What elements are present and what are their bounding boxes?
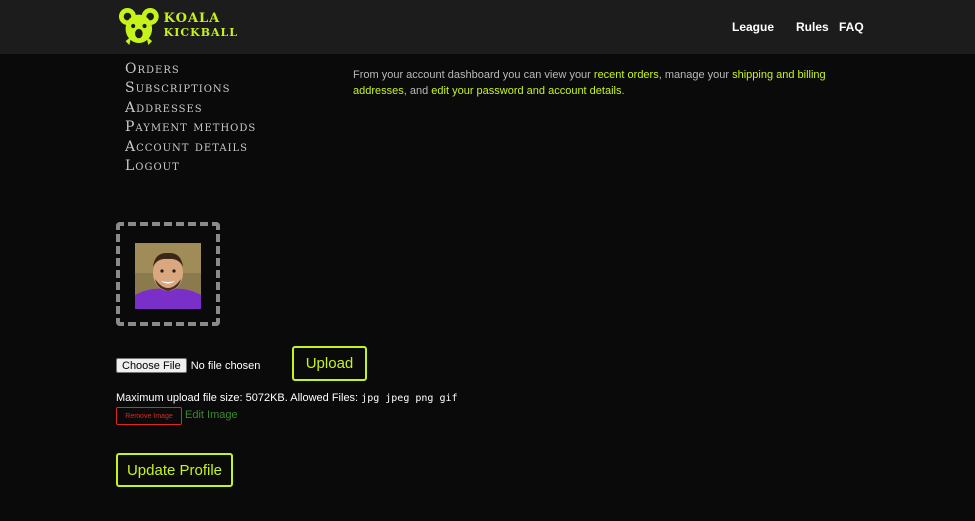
account-nav-logout[interactable]: Logout — [125, 157, 256, 176]
logo-line-2: KICKBALL — [163, 26, 238, 39]
logo-wordmark: KOALA KICKBALL — [164, 12, 238, 40]
koala-icon — [118, 8, 159, 45]
account-nav-account-details[interactable]: Account details — [125, 138, 256, 157]
account-details-link[interactable]: edit your password and account details — [431, 85, 621, 97]
intro-text-1: From your account dashboard you can view… — [353, 69, 594, 81]
account-nav-addresses[interactable]: Addresses — [125, 99, 256, 118]
intro-text-2: , manage your — [658, 69, 733, 81]
account-nav-orders[interactable]: Orders — [125, 60, 256, 79]
max-size-text: Maximum upload file size: 5072KB. Allowe… — [116, 392, 362, 404]
remove-image-button[interactable]: Remove Image — [116, 407, 182, 425]
update-profile-button[interactable]: Update Profile — [116, 453, 233, 487]
account-nav-payment-methods[interactable]: Payment methods — [125, 118, 256, 137]
logo-line-1: KOALA — [163, 11, 221, 26]
intro-text-3: , and — [403, 85, 432, 97]
upload-button[interactable]: Upload — [292, 346, 367, 381]
upload-limits: Maximum upload file size: 5072KB. Allowe… — [116, 392, 458, 404]
dashboard-intro: From your account dashboard you can view… — [353, 67, 853, 99]
site-header: KOALA KICKBALL League Rules FAQ — [0, 0, 975, 54]
nav-rules[interactable]: Rules — [796, 20, 829, 34]
nav-faq[interactable]: FAQ — [839, 20, 864, 34]
recent-orders-link[interactable]: recent orders — [594, 69, 659, 81]
allowed-file-types: jpg jpeg png gif — [361, 393, 458, 404]
account-navigation: Orders Subscriptions Addresses Payment m… — [125, 60, 256, 176]
avatar-dropzone[interactable] — [116, 222, 220, 326]
profile-avatar — [135, 243, 201, 309]
file-status: No file chosen — [190, 359, 261, 372]
file-input: Choose File No file chosen — [116, 358, 260, 373]
site-logo[interactable]: KOALA KICKBALL — [118, 4, 238, 48]
account-nav-subscriptions[interactable]: Subscriptions — [125, 79, 256, 98]
profile-photo — [135, 243, 201, 309]
intro-text-4: . — [621, 85, 625, 97]
edit-image-link[interactable]: Edit Image — [185, 409, 238, 421]
nav-league[interactable]: League — [732, 20, 774, 34]
choose-file-button[interactable]: Choose File — [116, 358, 187, 373]
